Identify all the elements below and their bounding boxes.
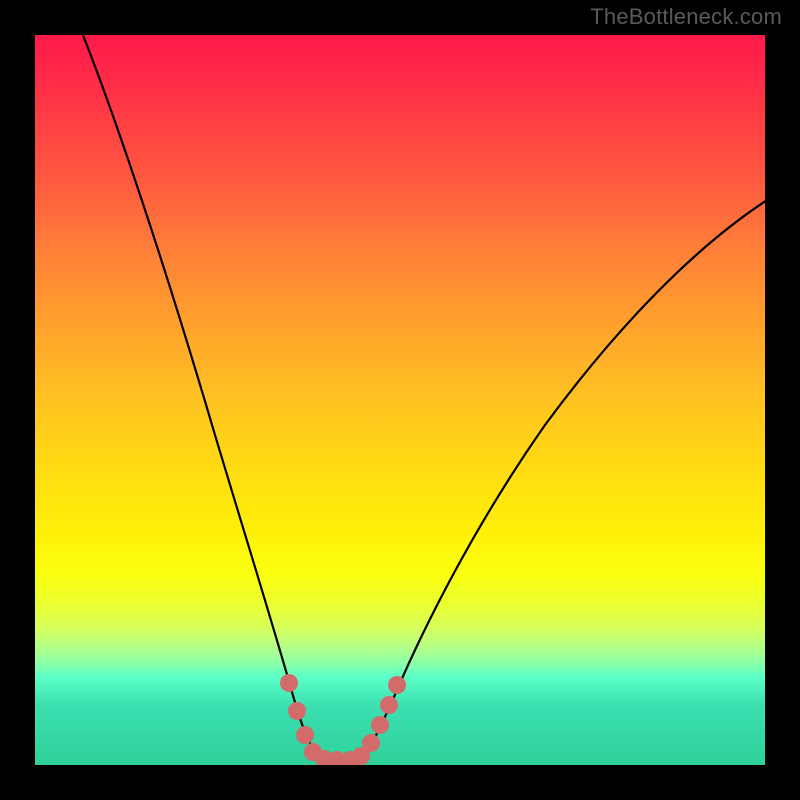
bottleneck-curve-line — [79, 35, 765, 759]
chart-plot-area — [35, 35, 765, 765]
valley-dot — [288, 702, 306, 720]
watermark-text: TheBottleneck.com — [590, 4, 782, 30]
valley-dot — [362, 734, 380, 752]
valley-dot — [280, 674, 298, 692]
chart-svg — [35, 35, 765, 765]
valley-dot — [380, 696, 398, 714]
valley-dot — [296, 726, 314, 744]
valley-dot — [388, 676, 406, 694]
valley-marker-group — [280, 674, 406, 765]
valley-dot — [371, 716, 389, 734]
